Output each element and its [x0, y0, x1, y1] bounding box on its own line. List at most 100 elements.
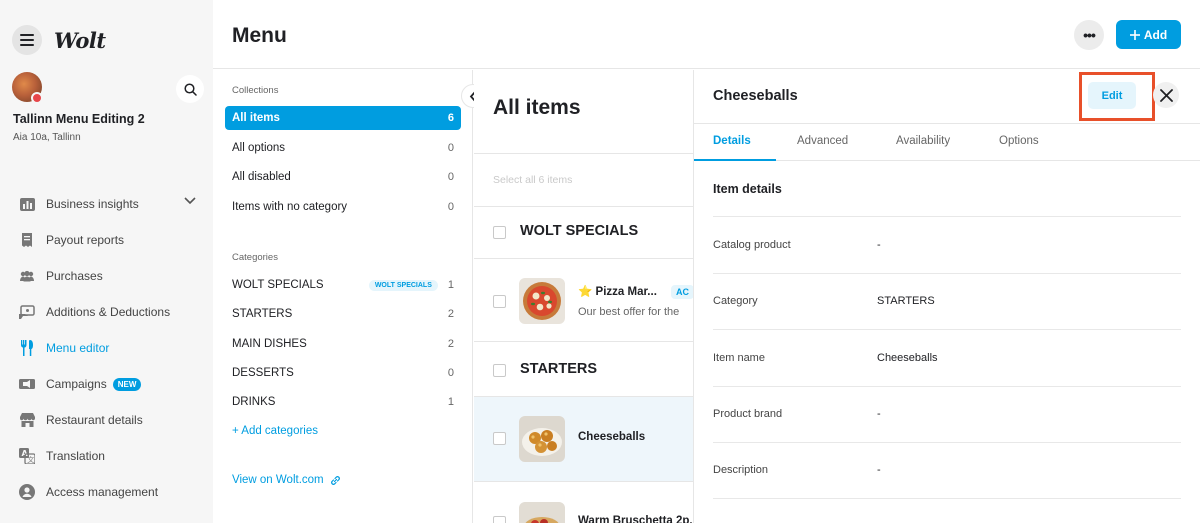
field-value: STARTERS [877, 295, 935, 307]
section-checkbox[interactable] [493, 364, 506, 377]
collections-panel: Collections All items 6 All options 0 Al… [213, 70, 473, 523]
category-desserts[interactable]: DESSERTS 0 [225, 361, 461, 385]
sidebar-item-restaurant-details[interactable]: Restaurant details [0, 402, 213, 438]
category-count: 2 [447, 338, 454, 350]
tab-options[interactable]: Options [999, 135, 1039, 147]
collection-count: 0 [447, 171, 454, 183]
category-wolt-specials[interactable]: WOLT SPECIALS WOLT SPECIALS 1 [225, 273, 461, 297]
field-value: - [877, 239, 881, 251]
item-checkbox[interactable] [493, 432, 506, 445]
translate-icon: A文 [18, 447, 36, 465]
add-categories-link[interactable]: + Add categories [232, 425, 318, 437]
collection-all-disabled[interactable]: All disabled 0 [225, 165, 461, 189]
chevron-down-icon[interactable] [184, 197, 196, 205]
collection-label: Items with no category [232, 201, 348, 213]
more-options-button[interactable]: ••• [1074, 20, 1104, 50]
sidebar-item-label: Campaigns [46, 377, 107, 391]
bruschetta-thumbnail[interactable] [519, 502, 565, 523]
divider [474, 206, 693, 207]
sidebar-item-label: Translation [46, 449, 105, 463]
item-checkbox[interactable] [493, 516, 506, 523]
field-value: Cheeseballs [877, 352, 938, 364]
collection-count: 0 [447, 142, 454, 154]
venue-name: Tallinn Menu Editing 2 [13, 112, 145, 126]
sidebar-item-campaigns[interactable]: Campaigns NEW [0, 366, 213, 402]
bar-chart-icon [18, 195, 36, 213]
megaphone-icon [18, 375, 36, 393]
search-button[interactable] [176, 75, 204, 103]
category-label: DESSERTS [232, 367, 294, 379]
venue-address: Aia 10a, Tallinn [13, 132, 81, 143]
sidebar-item-label: Additions & Deductions [46, 305, 171, 319]
svg-text:文: 文 [27, 455, 34, 464]
sidebar-item-payout-reports[interactable]: Payout reports [0, 222, 213, 258]
category-starters[interactable]: STARTERS 2 [225, 302, 461, 326]
page-title: Menu [232, 24, 287, 47]
divider [713, 329, 1181, 330]
active-tab-indicator [694, 159, 776, 161]
section-checkbox[interactable] [493, 226, 506, 239]
items-panel: All items Select all 6 items WOLT SPECIA… [474, 70, 694, 523]
sidebar-item-access-management[interactable]: Access management [0, 474, 213, 510]
sidebar-item-label: Business insights [46, 197, 139, 211]
fork-knife-icon [18, 339, 36, 357]
divider [474, 396, 693, 397]
sidebar-item-business-insights[interactable]: Business insights [0, 186, 213, 222]
category-label: WOLT SPECIALS [232, 279, 324, 291]
people-icon [18, 267, 36, 285]
sidebar-item-label: Purchases [46, 269, 103, 283]
select-all-link[interactable]: Select all 6 items [493, 174, 572, 186]
detail-tabs: Details Advanced Availability Options [694, 123, 1200, 161]
item-checkbox[interactable] [493, 295, 506, 308]
category-count: 1 [447, 396, 454, 408]
sidebar-item-label: Restaurant details [46, 413, 143, 427]
sidebar-item-translation[interactable]: A文 Translation [0, 438, 213, 474]
item-detail-panel: Cheeseballs Edit Details Advanced Availa… [694, 70, 1200, 523]
divider [713, 498, 1181, 499]
category-count: 2 [447, 308, 454, 320]
tab-advanced[interactable]: Advanced [797, 135, 848, 147]
tab-details[interactable]: Details [713, 135, 751, 147]
cheeseballs-thumbnail[interactable] [519, 416, 565, 462]
field-label: Category [713, 295, 758, 307]
sidebar-nav: Business insights Payout reports Purchas… [0, 186, 213, 510]
collection-no-category[interactable]: Items with no category 0 [225, 195, 461, 219]
divider [713, 216, 1181, 217]
category-main-dishes[interactable]: MAIN DISHES 2 [225, 332, 461, 356]
pizza-thumbnail[interactable] [519, 278, 565, 324]
collection-label: All options [232, 142, 286, 154]
sidebar-item-label: Menu editor [46, 341, 110, 355]
detail-title: Cheeseballs [713, 88, 798, 104]
star-icon: ⭐ [578, 286, 593, 298]
sidebar-item-additions-deductions[interactable]: Additions & Deductions [0, 294, 213, 330]
view-on-wolt-link[interactable]: View on Wolt.com [232, 474, 341, 486]
plus-icon [1129, 29, 1140, 40]
wolt-logo[interactable]: Wolt [54, 28, 106, 53]
add-button[interactable]: Add [1116, 20, 1181, 49]
close-icon [1159, 88, 1173, 102]
sidebar-item-label: Payout reports [46, 233, 125, 247]
category-drinks[interactable]: DRINKS 1 [225, 390, 461, 414]
user-circle-icon [18, 483, 36, 501]
sidebar-item-label: Access management [46, 485, 159, 499]
sidebar-item-purchases[interactable]: Purchases [0, 258, 213, 294]
view-on-wolt-label: View on Wolt.com [232, 474, 324, 486]
tab-availability[interactable]: Availability [896, 135, 950, 147]
close-button[interactable] [1153, 82, 1179, 108]
sidebar-item-menu-editor[interactable]: Menu editor [0, 330, 213, 366]
category-count: 1 [447, 279, 454, 291]
divider [713, 442, 1181, 443]
collection-all-items[interactable]: All items 6 [225, 106, 461, 130]
collection-label: All items [232, 112, 280, 124]
collection-all-options[interactable]: All options 0 [225, 136, 461, 160]
menu-toggle-button[interactable] [12, 25, 42, 55]
money-icon [18, 303, 36, 321]
search-icon [183, 82, 197, 96]
item-name: ⭐ Pizza Mar... [578, 284, 657, 298]
divider [474, 481, 693, 482]
receipt-icon [18, 231, 36, 249]
item-name-text: Pizza Mar... [595, 286, 657, 298]
add-button-label: Add [1143, 27, 1168, 42]
section-heading: WOLT SPECIALS [520, 223, 639, 239]
category-count: 0 [447, 367, 454, 379]
